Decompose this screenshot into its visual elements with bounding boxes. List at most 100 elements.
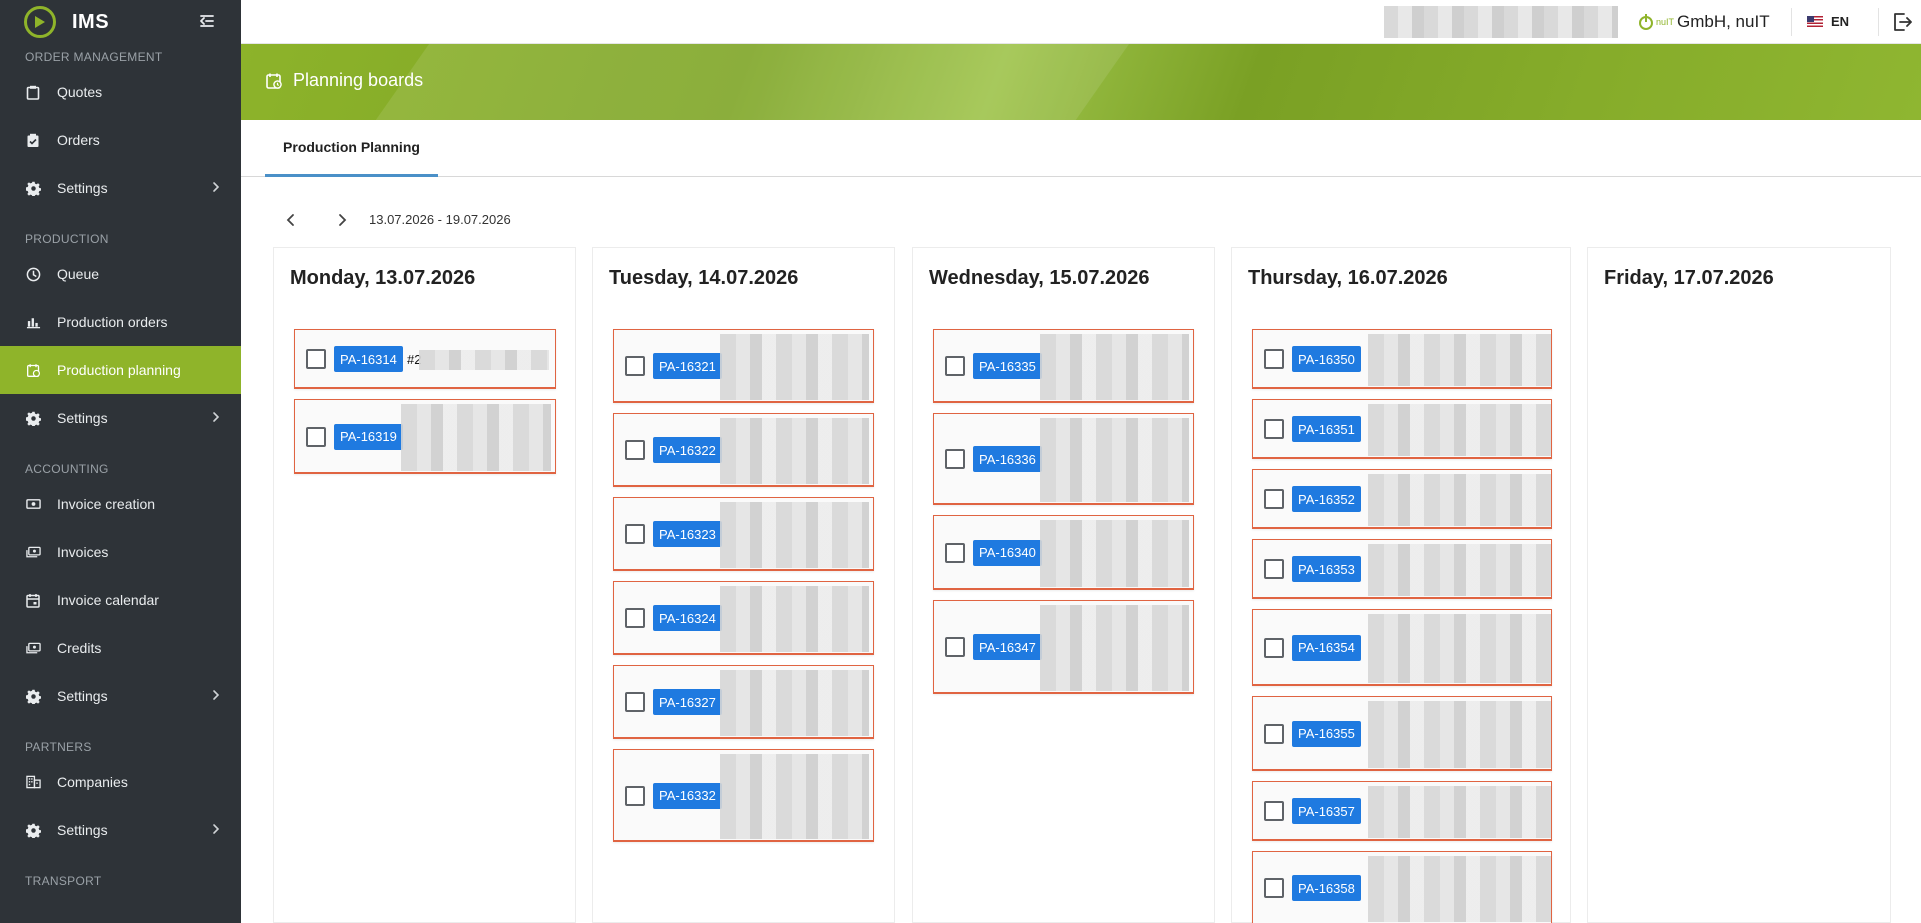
order-id-badge[interactable]: PA-16314 — [334, 346, 403, 372]
order-id-badge[interactable]: PA-16353 — [1292, 556, 1361, 582]
card-checkbox[interactable] — [1264, 419, 1284, 439]
order-card[interactable]: PA-16332 — [613, 749, 874, 842]
order-card[interactable]: PA-16354 — [1252, 609, 1552, 686]
order-card[interactable]: PA-16351 — [1252, 399, 1552, 459]
sidebar-item-invoices[interactable]: Invoices — [0, 528, 241, 576]
order-id-badge[interactable]: PA-16327 — [653, 689, 722, 715]
order-id-badge[interactable]: PA-16351 — [1292, 416, 1361, 442]
redacted-details — [1368, 614, 1551, 683]
gear-icon — [25, 180, 41, 196]
card-checkbox[interactable] — [1264, 801, 1284, 821]
order-id-badge[interactable]: PA-16347 — [973, 634, 1042, 660]
previous-week-button[interactable] — [283, 212, 299, 233]
order-card[interactable]: PA-16335 — [933, 329, 1194, 403]
redacted-details — [720, 502, 869, 568]
order-id-badge[interactable]: PA-16324 — [653, 605, 722, 631]
sidebar-item-queue[interactable]: Queue — [0, 250, 241, 298]
order-id-badge[interactable]: PA-16354 — [1292, 634, 1361, 661]
sidebar-item-quotes[interactable]: Quotes — [0, 68, 241, 116]
sidebar-item-invoice-creation[interactable]: Invoice creation — [0, 480, 241, 528]
order-id-badge[interactable]: PA-16350 — [1292, 346, 1361, 372]
order-id-badge[interactable]: PA-16352 — [1292, 486, 1361, 512]
sidebar-item-production-orders[interactable]: Production orders — [0, 298, 241, 346]
sidebar-item-settings[interactable]: Settings — [0, 394, 241, 442]
order-id-badge[interactable]: PA-16335 — [973, 353, 1042, 379]
order-id-badge[interactable]: PA-16358 — [1292, 875, 1361, 901]
nav-section-header: TRANSPORT — [25, 874, 102, 888]
order-card[interactable]: PA-16350 — [1252, 329, 1552, 389]
sidebar-item-companies[interactable]: Companies — [0, 758, 241, 806]
language-selector[interactable]: EN — [1807, 14, 1849, 29]
topbar: nuIT GmbH, nuIT EN — [241, 0, 1921, 44]
sidebar-item-settings[interactable]: Settings — [0, 672, 241, 720]
card-checkbox[interactable] — [1264, 489, 1284, 509]
order-card[interactable]: PA-16323 — [613, 497, 874, 571]
card-checkbox[interactable] — [1264, 559, 1284, 579]
sidebar-item-settings[interactable]: Settings — [0, 164, 241, 212]
card-checkbox[interactable] — [945, 356, 965, 376]
card-checkbox[interactable] — [625, 440, 645, 460]
logout-icon[interactable] — [1891, 11, 1913, 38]
order-card[interactable]: PA-16327 — [613, 665, 874, 739]
redacted-details — [1040, 418, 1189, 502]
card-checkbox[interactable] — [1264, 878, 1284, 898]
card-checkbox[interactable] — [1264, 637, 1284, 658]
sidebar-item-label: Settings — [57, 822, 108, 838]
card-checkbox[interactable] — [945, 449, 965, 469]
redacted-details — [720, 334, 869, 400]
language-label: EN — [1831, 14, 1850, 29]
company-name[interactable]: GmbH, nuIT — [1677, 12, 1770, 32]
day-column: Friday, 17.07.2026 — [1587, 247, 1891, 923]
order-card[interactable]: PA-16314 #2 — [294, 329, 556, 389]
card-checkbox[interactable] — [625, 608, 645, 628]
redacted-details — [1368, 334, 1551, 386]
order-card[interactable]: PA-16336 — [933, 413, 1194, 505]
card-checkbox[interactable] — [945, 637, 965, 657]
sidebar-item-orders[interactable]: Orders — [0, 116, 241, 164]
order-card[interactable]: PA-16340 — [933, 515, 1194, 590]
card-checkbox[interactable] — [1264, 349, 1284, 369]
card-checkbox[interactable] — [625, 692, 645, 712]
tab-production-planning[interactable]: Production Planning — [265, 120, 438, 177]
card-checkbox[interactable] — [625, 524, 645, 544]
card-checkbox[interactable] — [945, 542, 965, 563]
order-id-badge[interactable]: PA-16321 — [653, 353, 722, 379]
next-week-button[interactable] — [334, 212, 350, 233]
collapse-sidebar-icon[interactable] — [198, 12, 216, 35]
order-card[interactable]: PA-16357 — [1252, 781, 1552, 841]
order-card[interactable]: PA-16353 — [1252, 539, 1552, 599]
redacted-details — [1368, 544, 1551, 596]
order-card[interactable]: PA-16322 — [613, 413, 874, 487]
sidebar-item-label: Invoice calendar — [57, 592, 159, 608]
order-id-badge[interactable]: PA-16332 — [653, 782, 722, 809]
card-checkbox[interactable] — [306, 349, 326, 369]
card-checkbox[interactable] — [625, 356, 645, 376]
order-card[interactable]: PA-16321 — [613, 329, 874, 403]
user-search-redacted — [1384, 6, 1618, 38]
brand: IMS — [0, 0, 241, 44]
sidebar-item-production-planning[interactable]: Production planning — [0, 346, 241, 394]
order-card[interactable]: PA-16319 — [294, 399, 556, 474]
order-card[interactable]: PA-16355 — [1252, 696, 1552, 771]
sidebar-item-credits[interactable]: Credits — [0, 624, 241, 672]
order-id-badge[interactable]: PA-16323 — [653, 521, 722, 547]
day-title: Thursday, 16.07.2026 — [1248, 267, 1448, 289]
order-id-badge[interactable]: PA-16322 — [653, 437, 722, 463]
card-checkbox[interactable] — [625, 785, 645, 806]
order-card[interactable]: PA-16347 — [933, 600, 1194, 694]
order-card[interactable]: PA-16352 — [1252, 469, 1552, 529]
card-checkbox[interactable] — [1264, 723, 1284, 744]
order-id-badge[interactable]: PA-16336 — [973, 446, 1042, 472]
order-card[interactable]: PA-16324 — [613, 581, 874, 655]
sidebar-item-label: Settings — [57, 688, 108, 704]
card-checkbox[interactable] — [306, 426, 326, 447]
order-id-badge[interactable]: PA-16355 — [1292, 720, 1361, 747]
sidebar-item-label: Invoice creation — [57, 496, 156, 512]
order-card[interactable]: PA-16358 — [1252, 851, 1552, 923]
order-id-badge[interactable]: PA-16319 — [334, 423, 403, 450]
order-id-badge[interactable]: PA-16357 — [1292, 798, 1361, 824]
week-navigator: 13.07.2026 - 19.07.2026 — [241, 200, 841, 240]
order-id-badge[interactable]: PA-16340 — [973, 539, 1042, 566]
sidebar-item-invoice-calendar[interactable]: Invoice calendar — [0, 576, 241, 624]
sidebar-item-settings[interactable]: Settings — [0, 806, 241, 854]
